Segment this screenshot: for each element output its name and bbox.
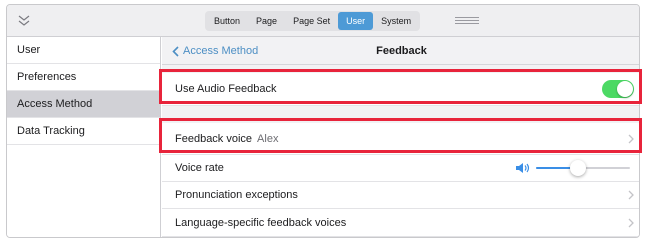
audio-feedback-toggle[interactable] xyxy=(602,80,634,98)
segment-button[interactable]: Button xyxy=(206,12,248,30)
sidebar: User Preferences Access Method Data Trac… xyxy=(7,37,161,237)
segment-system[interactable]: System xyxy=(373,12,419,30)
chevron-right-icon xyxy=(628,134,634,143)
toggle-knob xyxy=(617,81,633,97)
top-toolbar: Button Page Page Set User System xyxy=(7,5,639,37)
audio-feedback-row: Use Audio Feedback xyxy=(162,73,639,106)
sidebar-item-data-tracking[interactable]: Data Tracking xyxy=(7,118,160,145)
main-panel: Access Method Feedback Use Audio Feedbac… xyxy=(162,37,639,237)
sidebar-item-user[interactable]: User xyxy=(7,37,160,64)
chevron-right-icon xyxy=(628,218,634,227)
navigation-bar: Access Method Feedback xyxy=(162,37,639,65)
drag-handle-icon[interactable] xyxy=(455,17,479,24)
language-voices-label: Language-specific feedback voices xyxy=(175,216,347,229)
sidebar-item-access-method[interactable]: Access Method xyxy=(7,91,160,118)
slider-thumb[interactable] xyxy=(570,160,587,176)
audio-feedback-label: Use Audio Feedback xyxy=(175,83,277,95)
double-chevron-down-icon xyxy=(18,15,30,26)
chevron-right-icon xyxy=(628,190,634,200)
scope-segmented-control: Button Page Page Set User System xyxy=(205,11,421,31)
voice-rate-label: Voice rate xyxy=(175,162,224,174)
feedback-voice-value: Alex xyxy=(257,132,279,145)
sidebar-item-preferences[interactable]: Preferences xyxy=(7,64,160,91)
feedback-voice-label: Feedback voice xyxy=(175,132,253,145)
pronunciation-row[interactable]: Pronunciation exceptions xyxy=(162,182,639,209)
speaker-icon xyxy=(516,163,530,173)
feedback-voice-row[interactable]: Feedback voice Alex xyxy=(162,123,639,155)
collapse-button[interactable] xyxy=(13,10,35,32)
page-title: Feedback xyxy=(376,45,427,57)
voice-rate-row: Voice rate xyxy=(162,155,639,182)
app-window: Button Page Page Set User System User Pr… xyxy=(6,4,640,238)
voice-rate-slider[interactable] xyxy=(536,160,630,176)
segment-page[interactable]: Page xyxy=(248,12,285,30)
segment-user[interactable]: User xyxy=(338,12,374,30)
pronunciation-label: Pronunciation exceptions xyxy=(175,189,298,201)
segment-page-set[interactable]: Page Set xyxy=(285,12,338,30)
language-voices-row[interactable]: Language-specific feedback voices xyxy=(162,209,639,237)
